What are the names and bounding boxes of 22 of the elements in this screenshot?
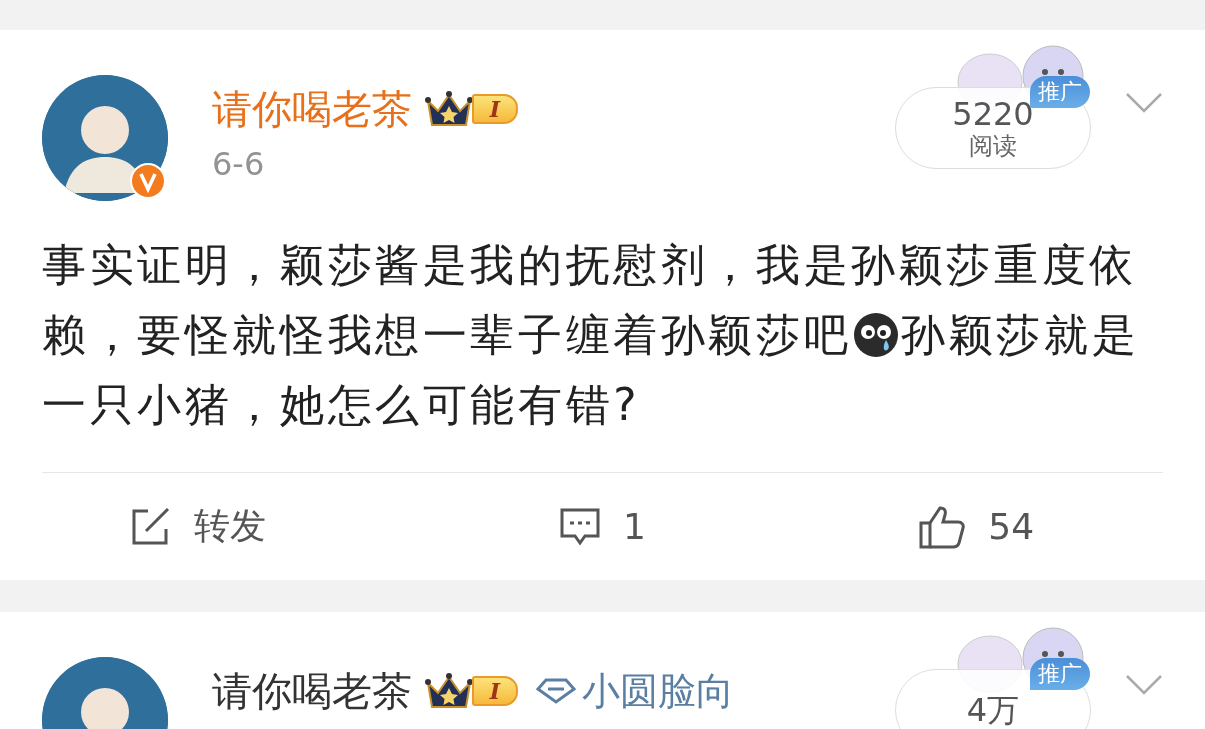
avatar[interactable] (42, 75, 168, 201)
comment-icon (559, 506, 602, 547)
post-text: 孙颖莎就是 (901, 308, 1140, 362)
fan-tag[interactable]: 小圆脸向 (582, 668, 734, 714)
post-text: 一只小猪，她怎么可能有错? (42, 378, 641, 432)
post-date: 6-6 (212, 145, 266, 183)
post-text: 赖，要怪就怪我想一辈子缠着孙颖莎吧 (42, 308, 852, 362)
like-button[interactable]: 54 (918, 504, 1035, 549)
read-count: 4万 (966, 692, 1020, 728)
level-badge: I (424, 671, 518, 711)
promo-badge: 推广 (1030, 76, 1090, 108)
read-label: 阅读 (969, 132, 1017, 160)
edit-share-icon (130, 506, 172, 547)
comment-button[interactable]: 1 (559, 506, 646, 547)
promo-badge: 推广 (1030, 658, 1090, 690)
post-text: 事实证明，颖莎酱是我的抚慰剂，我是孙颖莎重度依 (42, 238, 1137, 292)
diamond-icon (536, 678, 576, 704)
username[interactable]: 请你喝老茶 (212, 667, 412, 715)
crying-emoji-icon (853, 312, 900, 358)
repost-button[interactable]: 转发 (130, 502, 266, 551)
thumbs-up-icon (918, 504, 967, 549)
level-badge: I (424, 89, 518, 129)
